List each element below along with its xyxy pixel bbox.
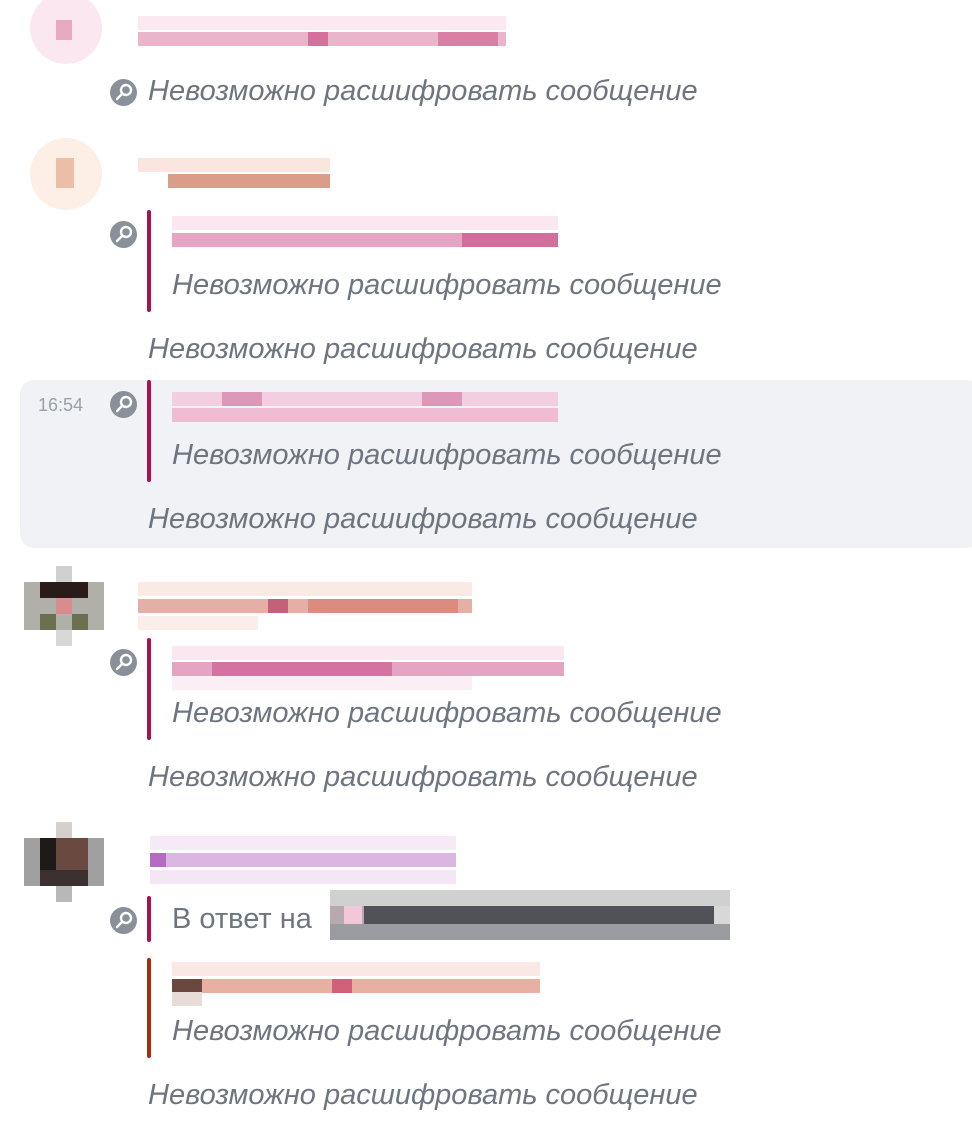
quoted-sender-blurred[interactable] xyxy=(172,216,558,252)
sender-name-blurred[interactable] xyxy=(138,156,330,190)
reply-target-blurred[interactable] xyxy=(330,890,730,940)
reply-prefix: В ответ на xyxy=(172,903,312,935)
quoted-undecryptable-message: Невозможно расшифровать сообщение xyxy=(172,1015,722,1047)
quoted-undecryptable-message: Невозможно расшифровать сообщение xyxy=(172,697,722,729)
sender-name-blurred[interactable] xyxy=(150,836,456,886)
quote-bar xyxy=(147,958,151,1058)
sender-name-blurred[interactable] xyxy=(138,582,472,630)
key-icon[interactable] xyxy=(110,649,137,676)
quoted-undecryptable-message: Невозможно расшифровать сообщение xyxy=(172,269,722,301)
avatar[interactable] xyxy=(24,822,104,902)
undecryptable-message: Невозможно расшифровать сообщение xyxy=(148,503,698,535)
quote-bar xyxy=(147,380,151,482)
undecryptable-message: Невозможно расшифровать сообщение xyxy=(148,1079,698,1111)
quote-bar xyxy=(147,210,151,312)
sender-name-blurred[interactable] xyxy=(138,14,506,48)
avatar[interactable] xyxy=(24,566,104,646)
quote-bar xyxy=(147,638,151,740)
key-icon[interactable] xyxy=(110,907,137,934)
quoted-sender-blurred[interactable] xyxy=(172,962,540,1006)
avatar[interactable] xyxy=(30,0,102,64)
undecryptable-message: Невозможно расшифровать сообщение xyxy=(148,75,698,107)
key-icon[interactable] xyxy=(110,391,137,418)
quoted-sender-blurred[interactable] xyxy=(172,390,558,426)
undecryptable-message: Невозможно расшифровать сообщение xyxy=(148,761,698,793)
quoted-undecryptable-message: Невозможно расшифровать сообщение xyxy=(172,439,722,471)
avatar[interactable] xyxy=(30,138,102,210)
key-icon[interactable] xyxy=(110,79,137,106)
timestamp: 16:54 xyxy=(38,395,84,415)
undecryptable-message: Невозможно расшифровать сообщение xyxy=(148,333,698,365)
key-icon[interactable] xyxy=(110,221,137,248)
quoted-sender-blurred[interactable] xyxy=(172,644,564,690)
reply-quote-bar xyxy=(147,896,151,942)
